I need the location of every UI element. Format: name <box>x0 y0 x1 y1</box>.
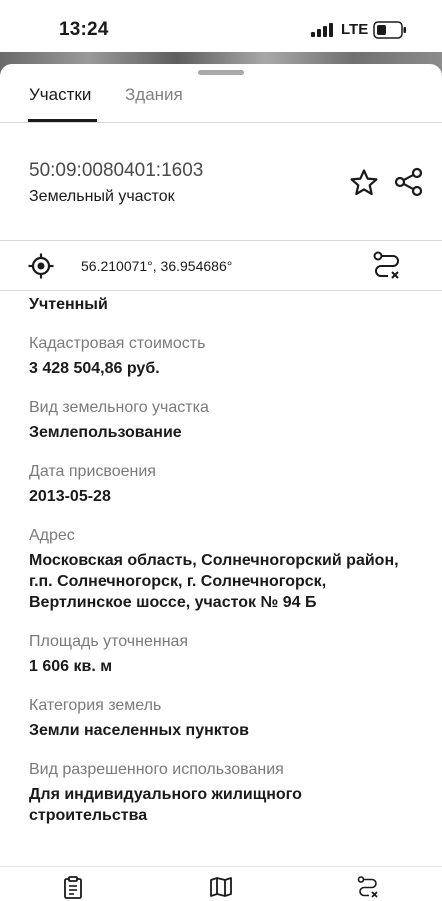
parcel-sheet: Участки Здания 50:09:0080401:1603 Земель… <box>0 64 442 900</box>
coordinates-text: 56.210071°, 36.954686° <box>81 258 233 274</box>
cost-label: Кадастровая стоимость <box>29 335 206 352</box>
divider <box>0 240 442 241</box>
permitted-use-value: Для индивидуального жилищного строительс… <box>29 786 302 824</box>
area-value: 1 606 кв. м <box>29 658 113 675</box>
address-label: Адрес <box>29 527 75 544</box>
date-value: 2013-05-28 <box>29 488 111 505</box>
land-category-label: Категория земель <box>29 697 162 714</box>
divider <box>0 122 442 123</box>
land-category-value: Земли населенных пунктов <box>29 722 250 739</box>
cadastral-number: 50:09:0080401:1603 <box>29 160 204 181</box>
land-kind-label: Вид земельного участка <box>29 399 209 416</box>
star-icon[interactable] <box>348 167 380 199</box>
permitted-use-label: Вид разрешенного использования <box>29 761 284 778</box>
status-bar: 13:24 LTE <box>0 0 442 52</box>
sheet-drag-handle[interactable] <box>198 70 244 75</box>
coordinates-row[interactable]: 56.210071°, 36.954686° <box>0 242 442 290</box>
bottom-nav <box>0 866 442 901</box>
network-label: LTE <box>341 21 369 38</box>
status-value: Учтенный <box>29 296 108 313</box>
date-label: Дата присвоения <box>29 463 156 480</box>
status-time: 13:24 <box>59 19 109 40</box>
tab-bar: Участки Здания <box>0 80 442 122</box>
divider <box>0 290 442 291</box>
share-icon[interactable] <box>393 166 425 198</box>
cost-value: 3 428 504,86 руб. <box>29 360 160 377</box>
address-value: Московская область, Солнечногорский райо… <box>29 552 399 611</box>
area-label: Площадь уточненная <box>29 633 189 650</box>
parcel-type: Земельный участок <box>29 188 175 205</box>
clipboard-icon[interactable] <box>61 875 85 899</box>
land-kind-value: Землепользование <box>29 424 182 441</box>
tab-buildings[interactable]: Здания <box>125 85 183 105</box>
route-clear-icon[interactable] <box>371 250 403 282</box>
route-clear-icon[interactable] <box>356 875 380 899</box>
parcel-details: Учтенный Кадастровая стоимость 3 428 504… <box>29 294 419 826</box>
tab-parcels[interactable]: Участки <box>29 85 91 105</box>
crosshair-icon[interactable] <box>28 253 54 279</box>
battery-icon <box>373 21 406 39</box>
signal-icon <box>311 23 333 37</box>
map-icon[interactable] <box>209 875 233 899</box>
